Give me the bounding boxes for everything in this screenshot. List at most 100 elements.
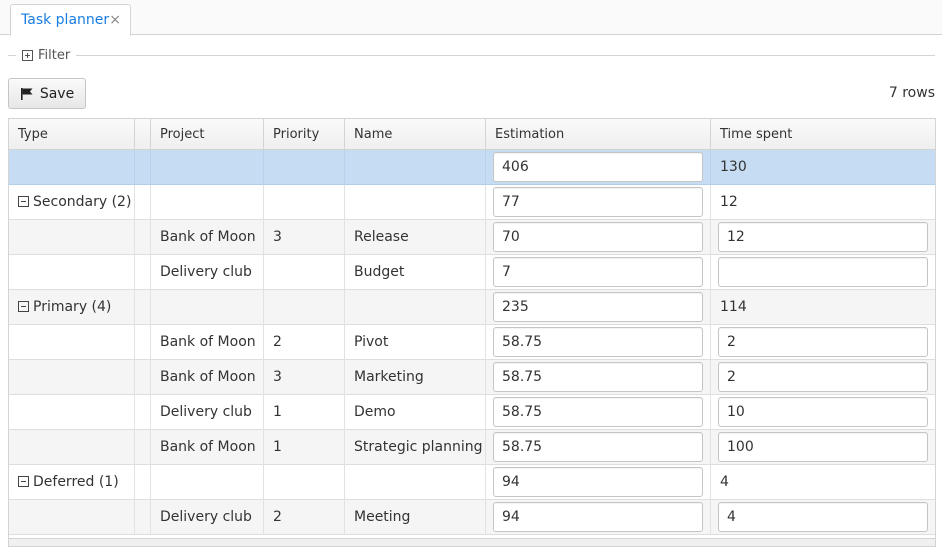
- cell-type: Deferred (1): [9, 465, 135, 500]
- column-header-estimation[interactable]: Estimation: [486, 119, 711, 150]
- filter-toggle[interactable]: Filter: [16, 46, 77, 64]
- estimation-input[interactable]: [493, 292, 703, 322]
- estimation-input[interactable]: [493, 502, 703, 532]
- cell-priority: 1: [264, 395, 345, 430]
- cell-estimation: [486, 290, 711, 325]
- group-row[interactable]: Primary (4) 114: [9, 290, 935, 325]
- time-spent-input[interactable]: [718, 397, 928, 427]
- close-icon[interactable]: ×: [109, 12, 121, 28]
- estimation-input[interactable]: [493, 327, 703, 357]
- time-spent-input[interactable]: [718, 222, 928, 252]
- cell-time-spent: [711, 255, 935, 290]
- totals-row[interactable]: 130: [9, 150, 935, 185]
- column-header-spacer[interactable]: [135, 119, 151, 150]
- grid-horizontal-scrollbar[interactable]: [9, 538, 935, 546]
- table-row[interactable]: Delivery club Budget: [9, 255, 935, 290]
- cell-time-spent: 4: [720, 474, 729, 490]
- cell-type: [9, 360, 135, 395]
- cell-time-spent: [711, 360, 935, 395]
- cell-name: Budget: [345, 255, 486, 290]
- cell-type: [9, 150, 135, 185]
- column-header-project[interactable]: Project: [151, 119, 264, 150]
- cell-priority: [264, 255, 345, 290]
- cell-spacer: [135, 325, 151, 360]
- group-row[interactable]: Deferred (1) 4: [9, 465, 935, 500]
- cell-estimation: [486, 500, 711, 535]
- collapse-icon[interactable]: [18, 196, 29, 207]
- cell-estimation: [486, 430, 711, 465]
- cell-name: Strategic planning: [345, 430, 486, 465]
- cell-spacer: [135, 395, 151, 430]
- estimation-input[interactable]: [493, 152, 703, 182]
- cell-estimation: [486, 255, 711, 290]
- estimation-input[interactable]: [493, 432, 703, 462]
- grid-header: Type Project Priority Name Estimation Time sp…: [9, 119, 935, 150]
- tab-label: Task planner: [21, 12, 110, 28]
- cell-name: [345, 150, 486, 185]
- cell-spacer: [135, 500, 151, 535]
- table-row[interactable]: Delivery club 2 Meeting: [9, 500, 935, 535]
- cell-spacer: [135, 255, 151, 290]
- estimation-input[interactable]: [493, 362, 703, 392]
- cell-spacer: [135, 185, 151, 220]
- save-button[interactable]: Save: [8, 78, 86, 109]
- cell-estimation: [486, 465, 711, 500]
- cell-project: Delivery club: [151, 255, 264, 290]
- collapse-icon[interactable]: [18, 476, 29, 487]
- estimation-input[interactable]: [493, 467, 703, 497]
- cell-priority: [264, 290, 345, 325]
- time-spent-input[interactable]: [718, 327, 928, 357]
- cell-project: [151, 185, 264, 220]
- cell-spacer: [135, 290, 151, 325]
- column-header-name[interactable]: Name: [345, 119, 486, 150]
- tab-task-planner[interactable]: Task planner ×: [10, 4, 131, 36]
- filter-divider: [8, 55, 935, 56]
- filter-label: Filter: [38, 47, 71, 63]
- cell-priority: 2: [264, 500, 345, 535]
- table-row[interactable]: Delivery club 1 Demo: [9, 395, 935, 430]
- time-spent-input[interactable]: [718, 257, 928, 287]
- time-spent-input[interactable]: [718, 432, 928, 462]
- cell-priority: [264, 150, 345, 185]
- cell-name: Demo: [345, 395, 486, 430]
- group-label: Primary (4): [33, 299, 112, 315]
- cell-estimation: [486, 220, 711, 255]
- cell-name: Release: [345, 220, 486, 255]
- cell-time-spent: [711, 395, 935, 430]
- cell-project: Bank of Moon: [151, 325, 264, 360]
- cell-type: [9, 395, 135, 430]
- cell-name: Meeting: [345, 500, 486, 535]
- cell-estimation: [486, 150, 711, 185]
- cell-spacer: [135, 430, 151, 465]
- cell-type: [9, 430, 135, 465]
- column-header-time-spent[interactable]: Time spent: [711, 119, 935, 150]
- cell-project: Bank of Moon: [151, 220, 264, 255]
- cell-project: [151, 290, 264, 325]
- collapse-icon[interactable]: [18, 301, 29, 312]
- cell-name: [345, 185, 486, 220]
- cell-spacer: [135, 360, 151, 395]
- time-spent-input[interactable]: [718, 362, 928, 392]
- cell-spacer: [135, 220, 151, 255]
- cell-name: [345, 465, 486, 500]
- estimation-input[interactable]: [493, 397, 703, 427]
- cell-time-spent: 12: [720, 194, 738, 210]
- table-row[interactable]: Bank of Moon 2 Pivot: [9, 325, 935, 360]
- table-row[interactable]: Bank of Moon 3 Release: [9, 220, 935, 255]
- estimation-input[interactable]: [493, 222, 703, 252]
- cell-estimation: [486, 395, 711, 430]
- table-row[interactable]: Bank of Moon 3 Marketing: [9, 360, 935, 395]
- cell-estimation: [486, 360, 711, 395]
- cell-project: Delivery club: [151, 395, 264, 430]
- estimation-input[interactable]: [493, 257, 703, 287]
- group-label: Secondary (2): [33, 194, 132, 210]
- group-row[interactable]: Secondary (2) 12: [9, 185, 935, 220]
- save-label: Save: [39, 85, 75, 102]
- estimation-input[interactable]: [493, 187, 703, 217]
- column-header-type[interactable]: Type: [9, 119, 135, 150]
- time-spent-input[interactable]: [718, 502, 928, 532]
- table-row[interactable]: Bank of Moon 1 Strategic planning: [9, 430, 935, 465]
- column-header-priority[interactable]: Priority: [264, 119, 345, 150]
- cell-project: [151, 150, 264, 185]
- cell-time-spent: [711, 430, 935, 465]
